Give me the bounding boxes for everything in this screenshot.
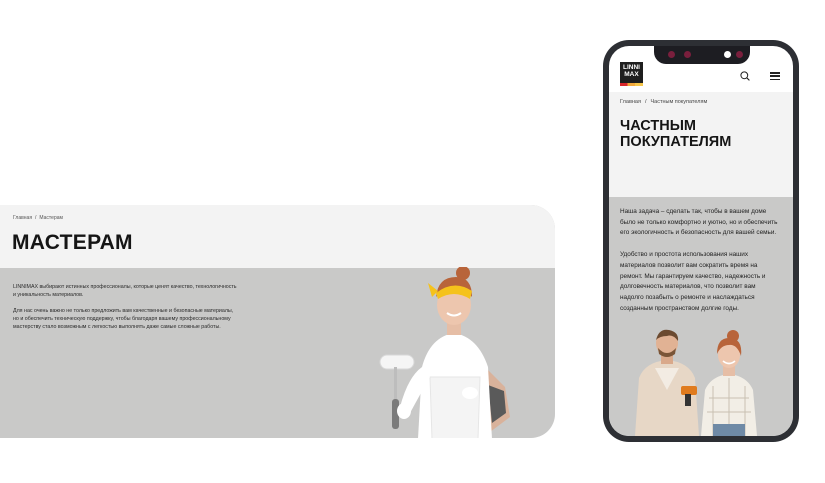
mobile-breadcrumb: Главная / Частным покупателям <box>620 99 707 105</box>
logo-line-2: MAX <box>624 71 639 78</box>
phone-screen: LINNI MAX Главная / Частным покупателям ЧА… <box>609 46 793 436</box>
breadcrumb-separator: / <box>644 99 647 105</box>
breadcrumb-separator: / <box>35 215 37 221</box>
camera-dot-icon <box>736 51 743 58</box>
logo-line-1: LINNI <box>623 64 640 71</box>
camera-dot-icon <box>724 51 731 58</box>
camera-dot-icon <box>668 51 675 58</box>
mobile-page-title: ЧАСТНЫМ ПОКУПАТЕЛЯМ <box>620 118 732 150</box>
breadcrumb-current: Частным покупателям <box>650 99 708 105</box>
desktop-paragraph: Для нас очень важно не только предложить… <box>13 308 234 330</box>
search-icon[interactable] <box>740 71 750 81</box>
hamburger-menu-icon[interactable] <box>770 72 780 81</box>
linnimax-logo[interactable]: LINNI MAX <box>620 62 643 86</box>
desktop-paragraph: LINNIMAX выбирают истинных профессионалы… <box>13 284 237 298</box>
woman-painter-photo <box>379 267 510 438</box>
breadcrumb-current: Мастерам <box>39 215 63 221</box>
breadcrumb-home-link[interactable]: Главная <box>13 215 32 221</box>
camera-dot-icon <box>684 51 691 58</box>
phone-notch <box>654 46 750 64</box>
phone-mockup: LINNI MAX Главная / Частным покупателям ЧА… <box>603 40 799 442</box>
couple-photo <box>635 329 757 436</box>
desktop-intro-text: LINNIMAX выбирают истинных профессионалы… <box>13 283 238 339</box>
logo-color-stripe <box>620 83 643 86</box>
desktop-page-title: МАСТЕРАМ <box>12 231 133 254</box>
mobile-paragraph: Удобство и простота использования наших … <box>620 251 766 312</box>
mobile-paragraph: Наша задача – сделать так, чтобы в вашем… <box>620 208 778 237</box>
breadcrumb-home-link[interactable]: Главная <box>620 99 641 105</box>
desktop-breadcrumb: Главная / Мастерам <box>13 215 63 221</box>
desktop-page-preview: Главная / Мастерам МАСТЕРАМ LINNIMAX выбир… <box>0 205 555 438</box>
mobile-intro-text: Наша задача – сделать так, чтобы в вашем… <box>620 207 780 325</box>
